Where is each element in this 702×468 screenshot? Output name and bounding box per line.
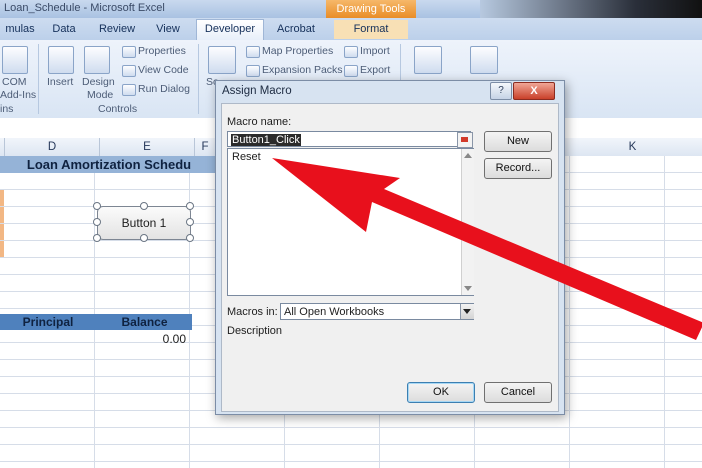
close-button[interactable]: X — [513, 82, 555, 100]
design-label[interactable]: Design — [82, 76, 115, 88]
resize-handle[interactable] — [93, 218, 101, 226]
run-dialog-icon[interactable] — [122, 84, 136, 96]
tab-review[interactable]: Review — [90, 20, 144, 39]
dialog-title: Assign Macro — [222, 85, 292, 97]
macro-name-label: Macro name: — [227, 116, 292, 128]
document-panel-icon[interactable] — [414, 46, 442, 74]
window-title: Loan_Schedule - Microsoft Excel — [4, 2, 165, 14]
loan-schedule-title: Loan Amortization Schedu — [26, 157, 192, 172]
cancel-button[interactable]: Cancel — [484, 382, 552, 403]
column-header-d[interactable]: D — [5, 138, 100, 156]
input-cell[interactable] — [0, 190, 4, 206]
macro-name-input[interactable]: Button1_Click — [227, 131, 471, 147]
view-code-button[interactable]: View Code — [138, 64, 189, 76]
macro-name-value: Button1_Click — [231, 134, 301, 146]
ribbon-separator — [38, 44, 39, 114]
record-button[interactable]: Record... — [484, 158, 552, 179]
import-button[interactable]: Import — [360, 45, 390, 57]
list-scrollbar[interactable] — [461, 149, 474, 295]
properties-button[interactable]: Properties — [138, 45, 186, 57]
column-header-k[interactable]: K — [563, 138, 702, 156]
view-code-icon[interactable] — [122, 65, 136, 77]
xml-source-icon[interactable] — [208, 46, 236, 74]
import-icon[interactable] — [344, 46, 358, 58]
tab-format[interactable]: Format — [334, 20, 408, 39]
resize-handle[interactable] — [186, 202, 194, 210]
column-header-e[interactable]: E — [100, 138, 195, 156]
export-icon[interactable] — [344, 65, 358, 77]
resize-handle[interactable] — [140, 202, 148, 210]
help-button[interactable]: ? — [490, 82, 512, 100]
modify-icon[interactable] — [470, 46, 498, 74]
input-cell[interactable] — [0, 241, 4, 257]
assign-macro-dialog: Assign Macro ? X Macro name: Button1_Cli… — [215, 80, 565, 415]
tab-data[interactable]: Data — [42, 20, 86, 39]
addins-label: Add-Ins — [0, 89, 37, 101]
addins-group-label: ins — [0, 103, 14, 115]
design-mode-icon[interactable] — [84, 46, 110, 74]
scroll-down-icon[interactable] — [464, 286, 472, 291]
macros-in-label: Macros in: — [227, 306, 278, 318]
tab-acrobat[interactable]: Acrobat — [266, 20, 326, 39]
tab-formulas[interactable]: mulas — [0, 20, 40, 39]
drawing-tools-context-tab: Drawing Tools — [326, 0, 416, 18]
insert-control-icon[interactable] — [48, 46, 74, 74]
controls-group-label: Controls — [98, 103, 138, 115]
ok-button[interactable]: OK — [407, 382, 475, 403]
resize-handle[interactable] — [186, 234, 194, 242]
map-properties-icon[interactable] — [246, 46, 260, 58]
header-principal: Principal — [22, 315, 74, 329]
com-label: COM — [2, 76, 27, 88]
scroll-up-icon[interactable] — [464, 153, 472, 158]
header-balance: Balance — [121, 315, 168, 329]
com-addins-icon[interactable] — [2, 46, 28, 74]
expansion-packs-button[interactable]: Expansion Packs — [262, 64, 343, 76]
expansion-packs-icon[interactable] — [246, 65, 260, 77]
run-dialog-button[interactable]: Run Dialog — [138, 83, 190, 95]
list-item[interactable]: Reset — [232, 151, 261, 163]
insert-label[interactable]: Insert — [47, 76, 73, 88]
map-properties-button[interactable]: Map Properties — [262, 45, 333, 57]
description-label: Description — [227, 325, 283, 337]
tab-view[interactable]: View — [146, 20, 190, 39]
title-bar-right — [480, 0, 702, 18]
export-button[interactable]: Export — [360, 64, 390, 76]
resize-handle[interactable] — [93, 234, 101, 242]
collapse-dialog-icon[interactable] — [457, 132, 473, 148]
resize-handle[interactable] — [93, 202, 101, 210]
column-header-f[interactable]: F — [195, 138, 216, 156]
balance-cell[interactable]: 0.00 — [96, 331, 186, 347]
ribbon-separator — [198, 44, 199, 114]
properties-icon[interactable] — [122, 46, 136, 58]
tab-developer[interactable]: Developer — [196, 19, 264, 41]
mode-label: Mode — [87, 89, 114, 101]
macros-in-select[interactable]: All Open Workbooks — [280, 303, 474, 320]
resize-handle[interactable] — [140, 234, 148, 242]
input-cell[interactable] — [0, 224, 4, 240]
macro-list[interactable]: Reset — [227, 148, 474, 296]
chevron-down-icon[interactable] — [460, 304, 474, 319]
input-cell[interactable] — [0, 207, 4, 223]
resize-handle[interactable] — [186, 218, 194, 226]
new-button[interactable]: New — [484, 131, 552, 152]
